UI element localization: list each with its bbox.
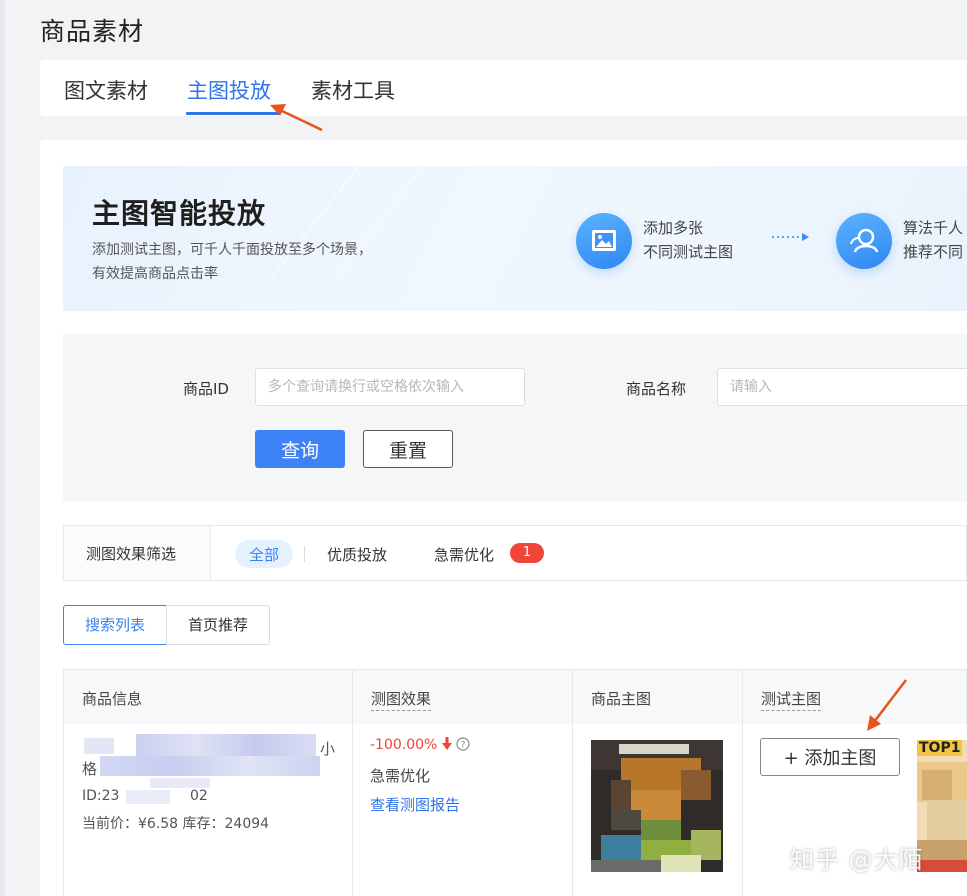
tab-material-tools[interactable]: 素材工具 bbox=[311, 75, 395, 105]
step-2-text: 算法千人 推荐不同 bbox=[903, 216, 963, 264]
filter-title: 测图效果筛选 bbox=[86, 545, 177, 563]
product-name-input[interactable] bbox=[717, 368, 967, 406]
top1-badge: TOP1 bbox=[917, 740, 963, 756]
product-title-fragment: 小 bbox=[320, 740, 336, 758]
urgent-count-badge: 1 bbox=[510, 543, 544, 563]
effect-percentage: -100.00% bbox=[370, 737, 438, 753]
left-border bbox=[0, 0, 5, 896]
step-1-line-1: 添加多张 bbox=[643, 219, 704, 237]
help-icon[interactable]: ? bbox=[456, 737, 470, 751]
table-header: 商品信息 测图效果 商品主图 测试主图 bbox=[63, 669, 967, 725]
filter-title-cell: 测图效果筛选 bbox=[64, 526, 211, 580]
banner-desc-line: 添加测试主图，可千人千面投放至多个场景， bbox=[92, 242, 372, 258]
column-divider bbox=[742, 669, 743, 896]
image-icon bbox=[576, 213, 632, 269]
filter-all[interactable]: 全部 bbox=[235, 540, 294, 568]
banner-description: 添加测试主图，可千人千面投放至多个场景， 有效提高商品点击率 bbox=[92, 238, 452, 286]
step-2-line-1: 算法千人 bbox=[903, 219, 964, 237]
product-price-stock: 当前价：¥6.58 库存：24094 bbox=[82, 816, 270, 832]
test-effect-value: -100.00% ? bbox=[370, 737, 470, 753]
product-id-blur bbox=[126, 790, 170, 804]
filter-bar: 测图效果筛选 全部 优质投放 急需优化 1 bbox=[63, 525, 967, 581]
filter-urgent[interactable]: 急需优化 bbox=[434, 544, 494, 565]
column-divider bbox=[572, 669, 573, 896]
product-name-label: 商品名称 bbox=[626, 380, 687, 398]
dotted-arrow-icon bbox=[772, 233, 809, 241]
search-panel bbox=[63, 334, 967, 502]
tab-search-list[interactable]: 搜索列表 bbox=[63, 605, 167, 645]
product-main-image bbox=[591, 740, 723, 872]
top1-test-image[interactable]: TOP1 bbox=[917, 740, 967, 872]
user-group-icon bbox=[836, 213, 892, 269]
view-report-link[interactable]: 查看测图报告 bbox=[370, 794, 460, 815]
filter-quality[interactable]: 优质投放 bbox=[327, 544, 387, 565]
product-id-text: ID:23 bbox=[82, 788, 120, 804]
user-group-icon-graphic bbox=[850, 228, 879, 253]
tab-home-recommend[interactable]: 首页推荐 bbox=[166, 605, 270, 645]
banner-title: 主图智能投放 bbox=[92, 197, 267, 230]
query-button[interactable]: 查询 bbox=[255, 430, 345, 468]
tab-main-image-delivery[interactable]: 主图投放 bbox=[187, 75, 271, 105]
header-main-image: 商品主图 bbox=[591, 690, 652, 708]
step-1-text: 添加多张 不同测试主图 bbox=[643, 216, 733, 264]
down-arrow-icon bbox=[441, 737, 452, 750]
product-photo-pixelated bbox=[591, 740, 723, 872]
page-title: 商品素材 bbox=[40, 17, 145, 46]
active-tab-indicator bbox=[186, 112, 280, 115]
svg-text:?: ? bbox=[461, 741, 466, 751]
image-icon-graphic bbox=[592, 230, 616, 251]
reset-button[interactable]: 重置 bbox=[363, 430, 453, 468]
tab-graphic-material[interactable]: 图文素材 bbox=[64, 75, 148, 105]
watermark: 知乎 @大陌 bbox=[790, 846, 924, 874]
header-test-image[interactable]: 测试主图 bbox=[761, 688, 822, 711]
test-effect-status: 急需优化 bbox=[370, 767, 431, 785]
product-title-fragment: 格 bbox=[82, 760, 98, 778]
product-id-input[interactable] bbox=[255, 368, 525, 406]
test-photo-pixelated bbox=[917, 740, 967, 872]
column-divider bbox=[352, 669, 353, 896]
step-1-line-2: 不同测试主图 bbox=[643, 243, 734, 261]
filter-divider bbox=[304, 546, 305, 562]
banner-desc-line: 有效提高商品点击率 bbox=[92, 266, 218, 282]
product-id-tail: 02 bbox=[190, 788, 208, 804]
product-id-label: 商品ID bbox=[183, 380, 229, 398]
step-2-line-2: 推荐不同 bbox=[903, 243, 964, 261]
header-test-effect[interactable]: 测图效果 bbox=[371, 688, 432, 711]
tab-bar: 图文素材 主图投放 素材工具 bbox=[40, 60, 967, 116]
header-product-info: 商品信息 bbox=[82, 690, 143, 708]
add-main-image-button[interactable]: + 添加主图 bbox=[760, 738, 900, 776]
